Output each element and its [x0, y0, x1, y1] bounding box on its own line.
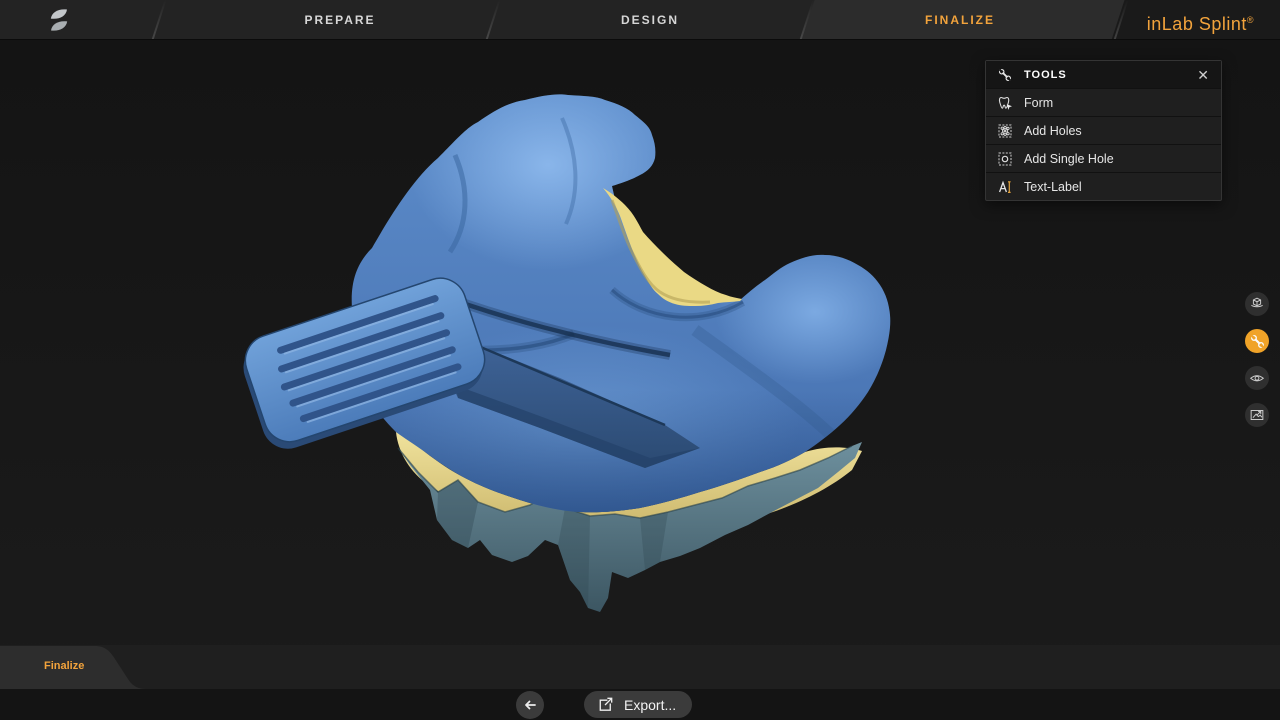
tools-panel: TOOLS ✕ Form — [985, 60, 1222, 201]
tool-item-label: Text-Label — [1024, 180, 1082, 194]
dentsply-sirona-logo — [44, 5, 74, 40]
tools-button[interactable] — [1245, 329, 1269, 353]
nav-step-prepare[interactable]: PREPARE — [240, 0, 440, 40]
tool-item-label: Form — [1024, 96, 1053, 110]
snapshot-button[interactable] — [1245, 403, 1269, 427]
wrench-icon — [994, 67, 1016, 83]
bottom-bar: Export... — [0, 689, 1280, 720]
tool-item-label: Add Single Hole — [1024, 152, 1114, 166]
tooth-cursor-icon — [994, 95, 1016, 111]
view-cube-button[interactable] — [1245, 292, 1269, 316]
app-title: inLab Splint® — [1147, 0, 1254, 40]
text-cursor-icon — [994, 179, 1016, 195]
tool-item-add-holes[interactable]: Add Holes — [986, 116, 1221, 144]
export-icon — [596, 695, 615, 714]
tool-item-add-single-hole[interactable]: Add Single Hole — [986, 144, 1221, 172]
close-icon[interactable]: ✕ — [1193, 66, 1213, 84]
single-hole-icon — [994, 151, 1016, 167]
visibility-button[interactable] — [1245, 366, 1269, 390]
eye-icon — [1248, 369, 1266, 387]
cube-3d-icon — [1248, 295, 1266, 313]
tool-item-form[interactable]: Form — [986, 88, 1221, 116]
wrench-icon — [1249, 333, 1266, 350]
snapshot-icon — [1248, 406, 1266, 424]
viewport-3d[interactable]: TOOLS ✕ Form — [0, 40, 1280, 689]
registered-mark: ® — [1247, 15, 1254, 25]
nav-separator — [152, 0, 167, 40]
tool-item-text-label[interactable]: Text-Label — [986, 172, 1221, 200]
back-button[interactable] — [516, 691, 544, 719]
holes-grid-icon — [994, 123, 1016, 139]
phase-tab[interactable] — [0, 645, 170, 689]
tools-panel-header: TOOLS ✕ — [986, 61, 1221, 88]
nav-separator — [486, 0, 501, 40]
phase-tab-label: Finalize — [44, 645, 84, 689]
top-bar: PREPARE DESIGN FINALIZE inLab Splint® — [0, 0, 1280, 40]
side-toolbar — [1245, 292, 1269, 427]
tool-item-label: Add Holes — [1024, 124, 1082, 138]
export-button[interactable]: Export... — [584, 691, 692, 718]
arrow-left-icon — [522, 697, 538, 713]
phase-strip: Finalize — [0, 645, 1280, 689]
tools-panel-title: TOOLS — [1024, 69, 1193, 81]
nav-step-design[interactable]: DESIGN — [550, 0, 750, 40]
export-button-label: Export... — [624, 697, 676, 713]
nav-step-finalize[interactable]: FINALIZE — [860, 0, 1060, 40]
